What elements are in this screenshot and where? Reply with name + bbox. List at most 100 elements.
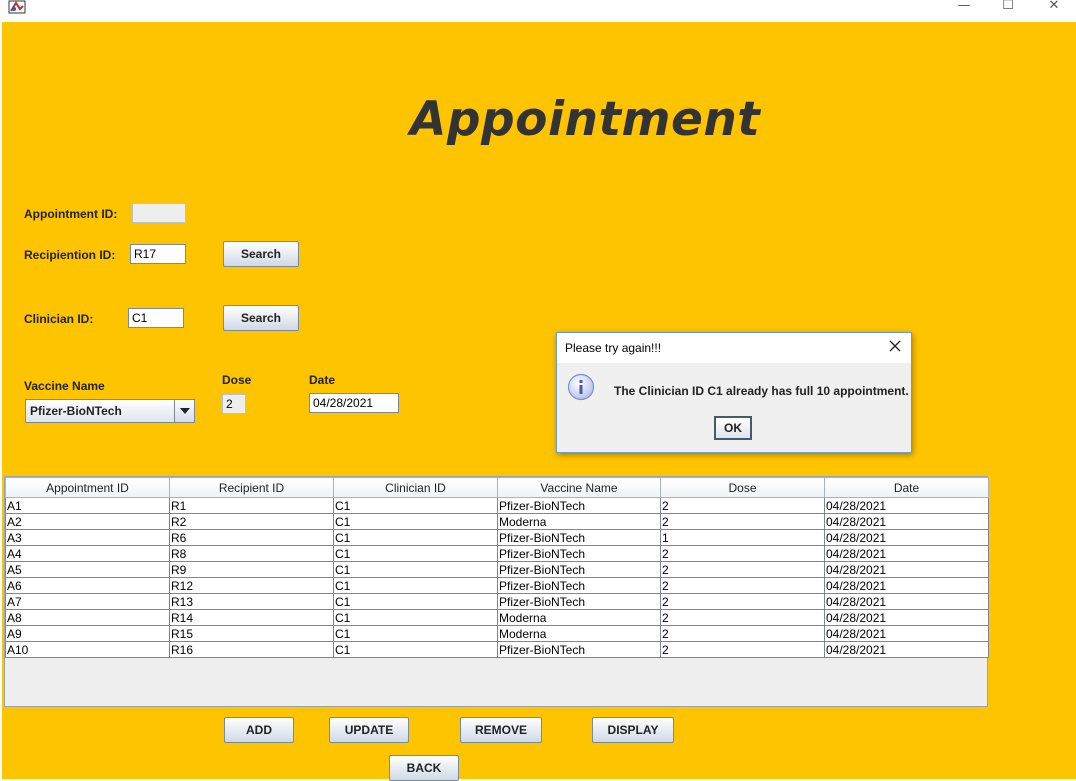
table-row[interactable]: A4 R8 C1 Pfizer-BioNTech 2 04/28/2021 <box>5 545 989 562</box>
cell-vaccine-name[interactable]: Moderna <box>497 625 661 642</box>
table-row[interactable]: A6 R12 C1 Pfizer-BioNTech 2 04/28/2021 <box>5 577 989 594</box>
cell-date[interactable]: 04/28/2021 <box>824 609 989 626</box>
cell-date[interactable]: 04/28/2021 <box>824 625 989 642</box>
cell-recipient-id[interactable]: R2 <box>169 513 334 530</box>
cell-clinician-id[interactable]: C1 <box>333 545 498 562</box>
add-button[interactable]: ADD <box>224 717 294 743</box>
table-row[interactable]: A5 R9 C1 Pfizer-BioNTech 2 04/28/2021 <box>5 561 989 578</box>
cell-vaccine-name[interactable]: Moderna <box>497 513 661 530</box>
dose-field[interactable]: 2 <box>222 394 246 414</box>
cell-dose[interactable]: 2 <box>660 561 825 578</box>
cell-dose[interactable]: 2 <box>660 513 825 530</box>
cell-appointment-id[interactable]: A9 <box>5 625 170 642</box>
table-row[interactable]: A8 R14 C1 Moderna 2 04/28/2021 <box>5 609 989 626</box>
cell-clinician-id[interactable]: C1 <box>333 625 498 642</box>
cell-date[interactable]: 04/28/2021 <box>824 529 989 546</box>
column-header-clinician-id[interactable]: Clinician ID <box>333 477 498 498</box>
table-row[interactable]: A2 R2 C1 Moderna 2 04/28/2021 <box>5 513 989 530</box>
table-row[interactable]: A7 R13 C1 Pfizer-BioNTech 2 04/28/2021 <box>5 593 989 610</box>
cell-dose[interactable]: 2 <box>660 497 825 514</box>
cell-dose[interactable]: 1 <box>660 529 825 546</box>
chevron-down-icon[interactable] <box>174 400 194 422</box>
close-window-button[interactable]: ✕ <box>1032 0 1076 16</box>
cell-appointment-id[interactable]: A2 <box>5 513 170 530</box>
cell-recipient-id[interactable]: R8 <box>169 545 334 562</box>
cell-recipient-id[interactable]: R6 <box>169 529 334 546</box>
cell-clinician-id[interactable]: C1 <box>333 609 498 626</box>
cell-recipient-id[interactable]: R12 <box>169 577 334 594</box>
back-button[interactable]: BACK <box>389 755 459 781</box>
cell-clinician-id[interactable]: C1 <box>333 593 498 610</box>
cell-date[interactable]: 04/28/2021 <box>824 545 989 562</box>
column-header-appointment-id[interactable]: Appointment ID <box>5 477 170 498</box>
cell-dose[interactable]: 2 <box>660 593 825 610</box>
cell-appointment-id[interactable]: A6 <box>5 577 170 594</box>
column-header-vaccine-name[interactable]: Vaccine Name <box>497 477 661 498</box>
vaccine-name-dropdown[interactable]: Pfizer-BioNTech <box>25 399 195 423</box>
update-button[interactable]: UPDATE <box>329 717 409 743</box>
cell-vaccine-name[interactable]: Pfizer-BioNTech <box>497 641 661 658</box>
cell-date[interactable]: 04/28/2021 <box>824 561 989 578</box>
table-row[interactable]: A1 R1 C1 Pfizer-BioNTech 2 04/28/2021 <box>5 497 989 514</box>
cell-date[interactable]: 04/28/2021 <box>824 497 989 514</box>
recipient-search-button[interactable]: Search <box>223 241 299 267</box>
appointment-panel: Appointment Appointment ID: Recipiention… <box>2 22 1076 781</box>
clinician-id-label: Clinician ID: <box>24 312 94 326</box>
cell-dose[interactable]: 2 <box>660 609 825 626</box>
column-header-recipient-id[interactable]: Recipient ID <box>169 477 334 498</box>
remove-button[interactable]: REMOVE <box>460 717 542 743</box>
cell-date[interactable]: 04/28/2021 <box>824 513 989 530</box>
cell-vaccine-name[interactable]: Pfizer-BioNTech <box>497 561 661 578</box>
column-header-dose[interactable]: Dose <box>660 477 825 498</box>
cell-clinician-id[interactable]: C1 <box>333 497 498 514</box>
cell-date[interactable]: 04/28/2021 <box>824 593 989 610</box>
cell-dose[interactable]: 2 <box>660 625 825 642</box>
cell-clinician-id[interactable]: C1 <box>333 577 498 594</box>
cell-recipient-id[interactable]: R15 <box>169 625 334 642</box>
table-row[interactable]: A3 R6 C1 Pfizer-BioNTech 1 04/28/2021 <box>5 529 989 546</box>
page-title: Appointment <box>410 92 761 147</box>
cell-recipient-id[interactable]: R14 <box>169 609 334 626</box>
cell-appointment-id[interactable]: A8 <box>5 609 170 626</box>
cell-vaccine-name[interactable]: Pfizer-BioNTech <box>497 545 661 562</box>
cell-vaccine-name[interactable]: Pfizer-BioNTech <box>497 577 661 594</box>
cell-clinician-id[interactable]: C1 <box>333 529 498 546</box>
cell-clinician-id[interactable]: C1 <box>333 513 498 530</box>
date-field[interactable]: 04/28/2021 <box>309 393 399 413</box>
cell-dose[interactable]: 2 <box>660 577 825 594</box>
appointments-table[interactable]: Appointment ID Recipient ID Clinician ID… <box>4 476 989 707</box>
cell-date[interactable]: 04/28/2021 <box>824 641 989 658</box>
cell-recipient-id[interactable]: R13 <box>169 593 334 610</box>
cell-recipient-id[interactable]: R9 <box>169 561 334 578</box>
table-row[interactable]: A9 R15 C1 Moderna 2 04/28/2021 <box>5 625 989 642</box>
close-icon[interactable] <box>887 338 903 354</box>
cell-appointment-id[interactable]: A5 <box>5 561 170 578</box>
cell-appointment-id[interactable]: A7 <box>5 593 170 610</box>
cell-dose[interactable]: 2 <box>660 545 825 562</box>
display-button[interactable]: DISPLAY <box>592 717 674 743</box>
vaccine-name-label: Vaccine Name <box>24 379 105 393</box>
cell-appointment-id[interactable]: A4 <box>5 545 170 562</box>
clinician-id-field[interactable]: C1 <box>128 308 184 328</box>
ok-button[interactable]: OK <box>714 416 752 440</box>
cell-vaccine-name[interactable]: Pfizer-BioNTech <box>497 593 661 610</box>
cell-vaccine-name[interactable]: Moderna <box>497 609 661 626</box>
recipient-id-field[interactable]: R17 <box>130 244 186 264</box>
cell-vaccine-name[interactable]: Pfizer-BioNTech <box>497 497 661 514</box>
cell-clinician-id[interactable]: C1 <box>333 561 498 578</box>
cell-vaccine-name[interactable]: Pfizer-BioNTech <box>497 529 661 546</box>
table-row[interactable]: A10 R16 C1 Pfizer-BioNTech 2 04/28/2021 <box>5 641 989 658</box>
appointment-id-field[interactable] <box>132 203 186 223</box>
cell-appointment-id[interactable]: A3 <box>5 529 170 546</box>
cell-clinician-id[interactable]: C1 <box>333 641 498 658</box>
cell-appointment-id[interactable]: A1 <box>5 497 170 514</box>
minimize-button[interactable]: — <box>942 0 986 16</box>
cell-date[interactable]: 04/28/2021 <box>824 577 989 594</box>
clinician-search-button[interactable]: Search <box>223 305 299 331</box>
cell-recipient-id[interactable]: R16 <box>169 641 334 658</box>
column-header-date[interactable]: Date <box>824 477 989 498</box>
cell-recipient-id[interactable]: R1 <box>169 497 334 514</box>
cell-appointment-id[interactable]: A10 <box>5 641 170 658</box>
cell-dose[interactable]: 2 <box>660 641 825 658</box>
maximize-button[interactable]: ☐ <box>986 0 1030 16</box>
